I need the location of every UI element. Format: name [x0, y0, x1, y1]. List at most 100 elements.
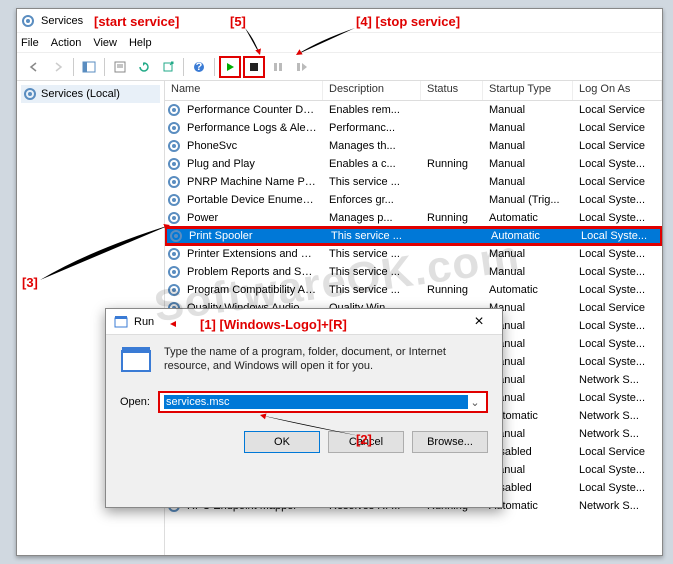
service-logon: Local Syste...: [573, 356, 662, 368]
sidebar-item-services-local[interactable]: Services (Local): [21, 85, 160, 103]
service-row[interactable]: Plug and PlayEnables a c...RunningManual…: [165, 155, 662, 173]
menu-file[interactable]: File: [21, 37, 39, 49]
service-logon: Local Syste...: [573, 158, 662, 170]
service-logon: Network S...: [573, 410, 662, 422]
run-title: Run: [134, 316, 154, 328]
service-icon: [167, 265, 181, 279]
service-name: Plug and Play: [181, 158, 323, 170]
service-logon: Local Syste...: [573, 248, 662, 260]
service-desc: Enables a c...: [323, 158, 421, 170]
service-row[interactable]: PNRP Machine Name Publi...This service .…: [165, 173, 662, 191]
service-status: Running: [421, 158, 483, 170]
run-description: Type the name of a program, folder, docu…: [164, 345, 488, 377]
service-startup: Manual: [483, 266, 573, 278]
service-logon: Local Syste...: [573, 212, 662, 224]
restart-service-button[interactable]: [291, 56, 313, 78]
open-combobox[interactable]: ⌄: [158, 391, 488, 413]
anno-stop-service: [4] [stop service]: [356, 14, 460, 29]
menu-action[interactable]: Action: [51, 37, 82, 49]
close-button[interactable]: ×: [464, 313, 494, 331]
menu-view[interactable]: View: [93, 37, 117, 49]
service-logon: Local Syste...: [575, 230, 660, 242]
service-row[interactable]: Performance Logs & AlertsPerformanc...Ma…: [165, 119, 662, 137]
service-desc: Enforces gr...: [323, 194, 421, 206]
properties-button[interactable]: [109, 56, 131, 78]
sidebar-item-label: Services (Local): [41, 88, 120, 100]
service-row[interactable]: Portable Device Enumerator...Enforces gr…: [165, 191, 662, 209]
service-desc: This service ...: [323, 266, 421, 278]
browse-button[interactable]: Browse...: [412, 431, 488, 453]
service-desc: Manages th...: [323, 140, 421, 152]
separator: [73, 58, 74, 76]
service-name: Performance Counter DLL ...: [181, 104, 323, 116]
service-row[interactable]: Problem Reports and Soluti...This servic…: [165, 263, 662, 281]
separator: [214, 58, 215, 76]
service-icon: [167, 157, 181, 171]
menu-help[interactable]: Help: [129, 37, 152, 49]
service-name: Performance Logs & Alerts: [181, 122, 323, 134]
help-button[interactable]: ?: [188, 56, 210, 78]
service-name: Printer Extensions and Notif...: [181, 248, 323, 260]
service-logon: Local Service: [573, 302, 662, 314]
service-logon: Local Syste...: [573, 482, 662, 494]
show-hide-tree-button[interactable]: [78, 56, 100, 78]
nav-fwd-button[interactable]: [47, 56, 69, 78]
service-logon: Local Service: [573, 104, 662, 116]
service-row[interactable]: PowerManages p...RunningAutomaticLocal S…: [165, 209, 662, 227]
service-row[interactable]: Printer Extensions and Notif...This serv…: [165, 245, 662, 263]
run-icon: [114, 315, 128, 329]
service-icon: [167, 211, 181, 225]
service-startup: Manual: [483, 122, 573, 134]
start-service-button[interactable]: [219, 56, 241, 78]
menubar: File Action View Help: [17, 33, 662, 53]
run-large-icon: [120, 345, 152, 377]
col-logon-as[interactable]: Log On As: [573, 81, 662, 100]
open-input[interactable]: [164, 395, 468, 409]
ok-button[interactable]: OK: [244, 431, 320, 453]
nav-back-button[interactable]: [23, 56, 45, 78]
service-icon: [169, 229, 183, 243]
service-startup: Manual: [483, 248, 573, 260]
stop-service-button[interactable]: [243, 56, 265, 78]
service-desc: This service ...: [325, 230, 423, 242]
export-button[interactable]: [157, 56, 179, 78]
svg-text:?: ?: [196, 61, 203, 73]
service-desc: This service ...: [323, 176, 421, 188]
services-icon: [21, 14, 35, 28]
service-desc: Enables rem...: [323, 104, 421, 116]
service-name: PNRP Machine Name Publi...: [181, 176, 323, 188]
service-name: Problem Reports and Soluti...: [181, 266, 323, 278]
separator: [104, 58, 105, 76]
open-label: Open:: [120, 396, 150, 408]
pause-service-button[interactable]: [267, 56, 289, 78]
service-row[interactable]: Program Compatibility Assi...This servic…: [165, 281, 662, 299]
window-title: Services: [41, 15, 83, 27]
service-name: Power: [181, 212, 323, 224]
service-row[interactable]: PhoneSvcManages th...ManualLocal Service: [165, 137, 662, 155]
service-logon: Local Syste...: [573, 284, 662, 296]
service-startup: Automatic: [483, 212, 573, 224]
service-icon: [167, 103, 181, 117]
column-headers: Name Description Status Startup Type Log…: [165, 81, 662, 101]
service-desc: This service ...: [323, 248, 421, 260]
service-logon: Local Syste...: [573, 392, 662, 404]
chevron-down-icon[interactable]: ⌄: [468, 396, 482, 409]
service-name: PhoneSvc: [181, 140, 323, 152]
col-name[interactable]: Name: [165, 81, 323, 100]
service-status: Running: [421, 284, 483, 296]
refresh-button[interactable]: [133, 56, 155, 78]
service-logon: Local Service: [573, 122, 662, 134]
service-logon: Local Syste...: [573, 338, 662, 350]
service-icon: [167, 193, 181, 207]
col-startup-type[interactable]: Startup Type: [483, 81, 573, 100]
col-status[interactable]: Status: [421, 81, 483, 100]
service-logon: Local Syste...: [573, 194, 662, 206]
service-name: Program Compatibility Assi...: [181, 284, 323, 296]
service-row[interactable]: Performance Counter DLL ...Enables rem..…: [165, 101, 662, 119]
service-row[interactable]: Print SpoolerThis service ...AutomaticLo…: [165, 227, 662, 245]
service-logon: Local Syste...: [573, 266, 662, 278]
service-desc: Manages p...: [323, 212, 421, 224]
service-icon: [167, 175, 181, 189]
col-description[interactable]: Description: [323, 81, 421, 100]
service-logon: Local Service: [573, 140, 662, 152]
